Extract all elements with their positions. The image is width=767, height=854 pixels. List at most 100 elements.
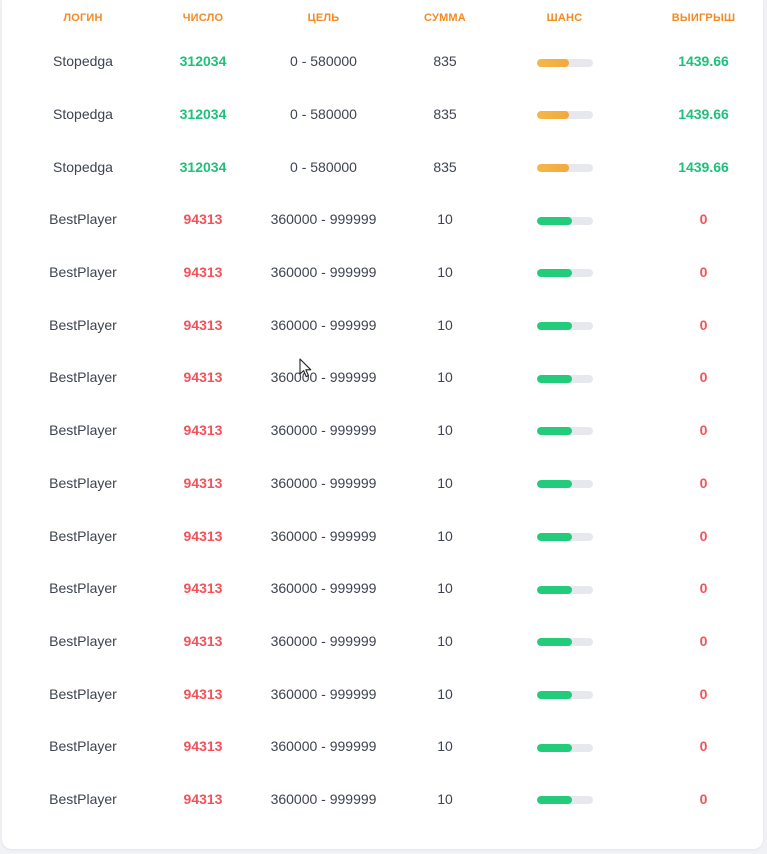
column-header-payout: ВЫИГРЫШ <box>671 11 736 24</box>
chance-bar <box>536 585 593 594</box>
cell-payout: 1439.66 <box>678 158 729 175</box>
chance-bar-fill <box>536 269 573 278</box>
cell-payout: 0 <box>699 580 708 597</box>
cell-number: 94313 <box>183 527 223 544</box>
chance-bar <box>536 374 593 383</box>
table-row: BestPlayer 94313 360000 - 999999 10 0 <box>2 298 763 351</box>
cell-target: 360000 - 999999 <box>270 738 377 755</box>
table-row: BestPlayer 94313 360000 - 999999 10 0 <box>2 509 763 562</box>
chance-bar <box>536 216 593 225</box>
cell-chance <box>485 88 644 141</box>
chance-bar <box>536 796 593 805</box>
cell-number: 94313 <box>183 316 223 333</box>
cell-target: 360000 - 999999 <box>270 316 377 333</box>
chance-bar <box>536 743 593 752</box>
cell-chance <box>485 246 644 299</box>
cell-target: 360000 - 999999 <box>270 685 377 702</box>
table-row: BestPlayer 94313 360000 - 999999 10 0 <box>2 562 763 615</box>
chance-bar-fill <box>536 164 569 173</box>
cell-number: 94313 <box>183 632 223 649</box>
cell-login: BestPlayer <box>49 369 117 386</box>
cell-number: 94313 <box>183 580 223 597</box>
chance-bar <box>536 690 593 699</box>
cell-target: 0 - 580000 <box>290 53 357 70</box>
cell-login: BestPlayer <box>49 790 117 807</box>
column-header-login: ЛОГИН <box>63 11 103 24</box>
chance-bar-fill <box>536 638 573 647</box>
cell-chance <box>485 615 644 668</box>
chance-bar <box>536 532 593 541</box>
cell-target: 360000 - 999999 <box>270 632 377 649</box>
cell-payout: 0 <box>699 527 708 544</box>
cell-chance <box>485 298 644 351</box>
cell-amount: 10 <box>437 316 453 333</box>
table-row: BestPlayer 94313 360000 - 999999 10 0 <box>2 457 763 510</box>
cell-payout: 0 <box>699 685 708 702</box>
column-header-target: ЦЕЛЬ <box>307 11 340 24</box>
cell-number: 94313 <box>183 790 223 807</box>
cell-target: 360000 - 999999 <box>270 264 377 281</box>
cell-amount: 10 <box>437 422 453 439</box>
cell-login: BestPlayer <box>49 632 117 649</box>
cell-amount: 10 <box>437 790 453 807</box>
chance-bar-fill <box>536 374 573 383</box>
cell-target: 360000 - 999999 <box>270 790 377 807</box>
cell-target: 360000 - 999999 <box>270 422 377 439</box>
bets-table: ЛОГИН ЧИСЛО ЦЕЛЬ СУММА ШАНС ВЫИГРЫШ Stop… <box>2 0 763 825</box>
cell-login: BestPlayer <box>49 422 117 439</box>
chance-bar-fill <box>536 796 573 805</box>
cell-login: Stopedga <box>53 106 113 123</box>
table-row: BestPlayer 94313 360000 - 999999 10 0 <box>2 404 763 457</box>
chance-bar-fill <box>536 427 573 436</box>
chance-bar-fill <box>536 690 573 699</box>
cell-chance <box>485 457 644 510</box>
chance-bar-fill <box>536 322 573 331</box>
chance-bar <box>536 427 593 436</box>
chance-bar <box>536 638 593 647</box>
cell-amount: 835 <box>433 158 457 175</box>
chance-bar <box>536 111 593 120</box>
cell-chance <box>485 773 644 826</box>
cell-target: 0 - 580000 <box>290 106 357 123</box>
cell-login: BestPlayer <box>49 527 117 544</box>
cell-amount: 10 <box>437 580 453 597</box>
bets-history-panel: ЛОГИН ЧИСЛО ЦЕЛЬ СУММА ШАНС ВЫИГРЫШ Stop… <box>2 0 763 849</box>
table-row: BestPlayer 94313 360000 - 999999 10 0 <box>2 351 763 404</box>
table-header: ЛОГИН ЧИСЛО ЦЕЛЬ СУММА ШАНС ВЫИГРЫШ <box>2 0 763 35</box>
cell-number: 94313 <box>183 474 223 491</box>
cell-chance <box>485 404 644 457</box>
cell-number: 312034 <box>179 158 227 175</box>
chance-bar-fill <box>536 743 573 752</box>
chance-bar-fill <box>536 532 573 541</box>
cell-login: BestPlayer <box>49 264 117 281</box>
cell-payout: 1439.66 <box>678 53 729 70</box>
cell-amount: 835 <box>433 106 457 123</box>
chance-bar <box>536 322 593 331</box>
table-row: Stopedga 312034 0 - 580000 835 1439.66 <box>2 35 763 88</box>
chance-bar-fill <box>536 480 573 489</box>
table-header-row: ЛОГИН ЧИСЛО ЦЕЛЬ СУММА ШАНС ВЫИГРЫШ <box>2 0 763 35</box>
cell-chance <box>485 140 644 193</box>
cell-target: 0 - 580000 <box>290 158 357 175</box>
cell-login: BestPlayer <box>49 580 117 597</box>
cell-number: 312034 <box>179 53 227 70</box>
cell-number: 94313 <box>183 369 223 386</box>
cell-payout: 0 <box>699 790 708 807</box>
cell-amount: 10 <box>437 685 453 702</box>
chance-bar-fill <box>536 216 573 225</box>
cell-payout: 0 <box>699 264 708 281</box>
cell-amount: 10 <box>437 211 453 228</box>
cell-chance <box>485 720 644 773</box>
cell-number: 94313 <box>183 738 223 755</box>
cell-login: BestPlayer <box>49 316 117 333</box>
cell-payout: 0 <box>699 422 708 439</box>
cell-chance <box>485 35 644 88</box>
cell-payout: 0 <box>699 316 708 333</box>
cell-target: 360000 - 999999 <box>270 211 377 228</box>
cell-target: 360000 - 999999 <box>270 580 377 597</box>
table-row: BestPlayer 94313 360000 - 999999 10 0 <box>2 667 763 720</box>
chance-bar-fill <box>536 585 573 594</box>
cell-target: 360000 - 999999 <box>270 369 377 386</box>
cell-login: BestPlayer <box>49 211 117 228</box>
table-row: BestPlayer 94313 360000 - 999999 10 0 <box>2 246 763 299</box>
